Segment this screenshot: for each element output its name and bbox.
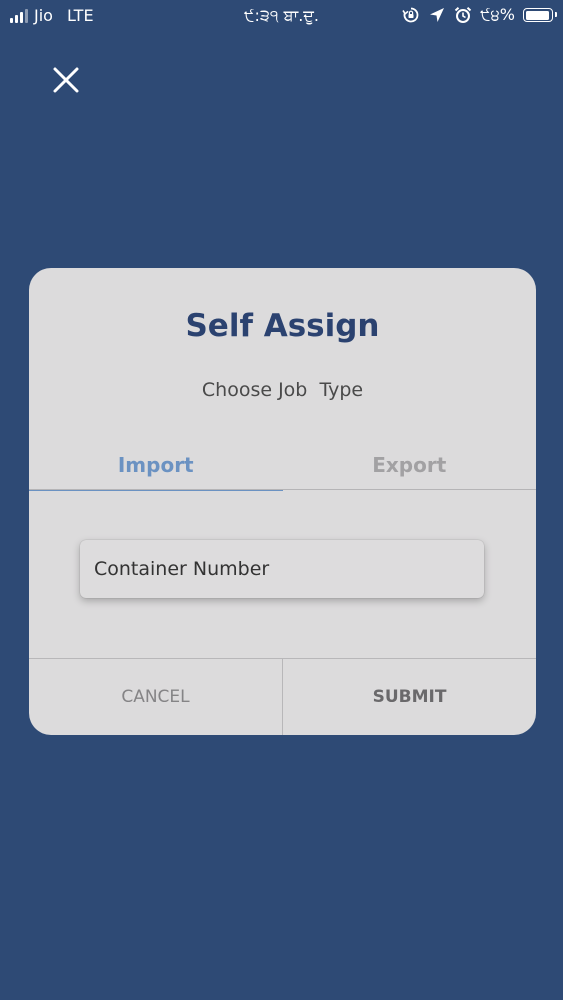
status-right: ੯੪% bbox=[402, 5, 557, 25]
tab-import[interactable]: Import bbox=[29, 440, 283, 491]
location-arrow-icon bbox=[430, 8, 445, 22]
container-number-input[interactable] bbox=[80, 540, 484, 598]
close-icon[interactable] bbox=[48, 62, 84, 98]
battery-level bbox=[525, 10, 549, 20]
job-type-tabs: Import Export bbox=[29, 440, 537, 491]
dialog-title: Self Assign bbox=[185, 308, 380, 344]
tab-export[interactable]: Export bbox=[283, 440, 537, 490]
battery-percent: ੯੪% bbox=[480, 5, 515, 24]
status-bar: Jio LTE ੯:੩੧ ਬਾ.ਦੁ. ੯੪% bbox=[0, 0, 563, 32]
battery-icon bbox=[523, 8, 557, 22]
dialog-footer: CANCEL SUBMIT bbox=[29, 658, 536, 735]
alarm-icon bbox=[454, 7, 472, 23]
container-number-field bbox=[80, 540, 484, 598]
submit-button[interactable]: SUBMIT bbox=[283, 659, 536, 735]
cancel-button[interactable]: CANCEL bbox=[29, 659, 283, 735]
tab-divider bbox=[29, 489, 536, 490]
self-assign-dialog: Self Assign Choose Job Type Import Expor… bbox=[29, 268, 536, 735]
dialog-subtitle: Choose Job Type bbox=[201, 379, 364, 401]
orientation-lock-icon bbox=[402, 7, 419, 23]
